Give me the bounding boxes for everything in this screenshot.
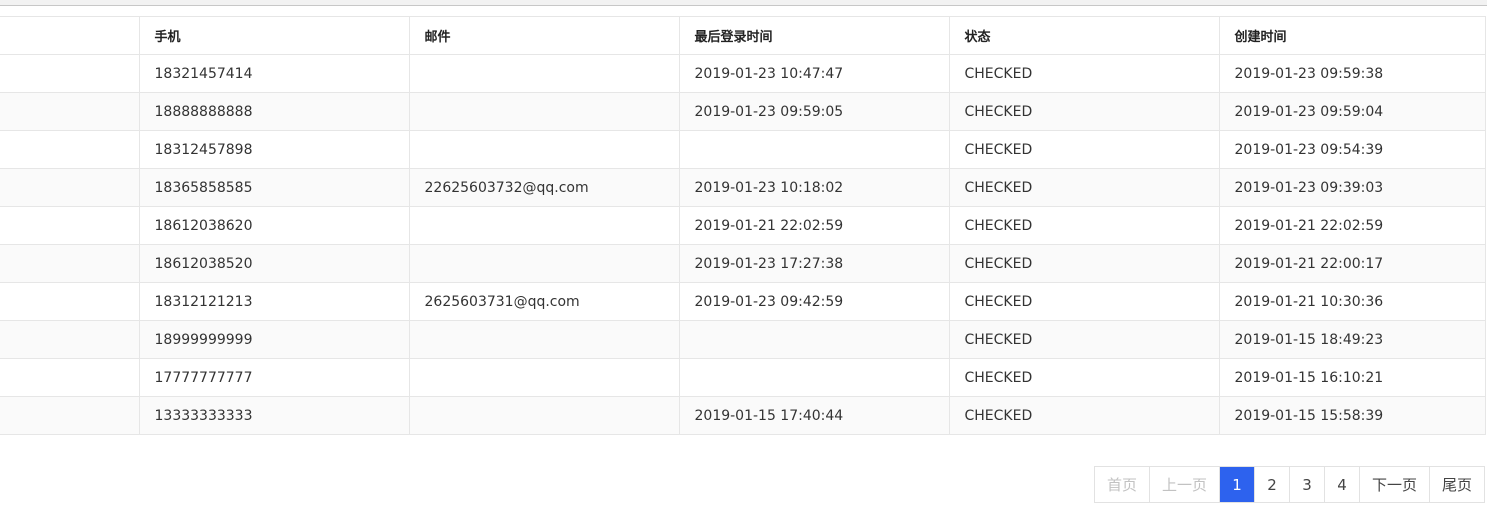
cell-email: 22625603732@qq.com (408, 168, 680, 207)
cell-created: 2019-01-21 22:00:17 (1218, 244, 1486, 283)
pagination: 首页 上一页 1 2 3 4 下一页 尾页 (1093, 466, 1485, 503)
cell-last-login: 2019-01-15 17:40:44 (678, 396, 950, 435)
cell-created: 2019-01-15 18:49:23 (1218, 320, 1486, 359)
cell-blank (0, 54, 140, 93)
cell-status: CHECKED (948, 130, 1220, 169)
cell-email: 2625603731@qq.com (408, 282, 680, 321)
user-table: 手机 邮件 最后登录时间 状态 创建时间 18321457414 2019-01-… (0, 16, 1486, 435)
page-2-button[interactable]: 2 (1253, 467, 1289, 502)
cell-last-login: 2019-01-21 22:02:59 (678, 206, 950, 245)
cell-email (408, 206, 680, 245)
page-3-button[interactable]: 3 (1288, 467, 1324, 502)
next-page-button[interactable]: 下一页 (1358, 467, 1429, 502)
table-row[interactable]: 18321457414 2019-01-23 10:47:47 CHECKED 201… (0, 54, 1486, 93)
page-4-button[interactable]: 4 (1323, 467, 1359, 502)
cell-last-login: 2019-01-23 09:59:05 (678, 92, 950, 131)
column-header-created[interactable]: 创建时间 (1218, 16, 1486, 55)
cell-created: 2019-01-21 10:30:36 (1218, 282, 1486, 321)
prev-page-button[interactable]: 上一页 (1148, 467, 1219, 502)
cell-blank (0, 206, 140, 245)
cell-status: CHECKED (948, 206, 1220, 245)
column-header-status[interactable]: 状态 (948, 16, 1220, 55)
table-row[interactable]: 18365858585 22625603732@qq.com 2019-01-23 … (0, 168, 1486, 207)
cell-phone: 18612038520 (138, 244, 410, 283)
cell-status: CHECKED (948, 320, 1220, 359)
cell-phone: 18312457898 (138, 130, 410, 169)
top-divider (0, 0, 1487, 6)
cell-blank (0, 396, 140, 435)
cell-blank (0, 168, 140, 207)
column-header-phone[interactable]: 手机 (138, 16, 410, 55)
cell-phone: 13333333333 (138, 396, 410, 435)
cell-phone: 18999999999 (138, 320, 410, 359)
cell-phone: 18888888888 (138, 92, 410, 131)
table-row[interactable]: 18612038520 2019-01-23 17:27:38 CHECKED 201… (0, 244, 1486, 283)
cell-email (408, 396, 680, 435)
cell-last-login: 2019-01-23 09:42:59 (678, 282, 950, 321)
cell-phone: 17777777777 (138, 358, 410, 397)
cell-blank (0, 282, 140, 321)
cell-email (408, 92, 680, 131)
cell-blank (0, 92, 140, 131)
cell-email (408, 130, 680, 169)
cell-email (408, 320, 680, 359)
column-header-last-login[interactable]: 最后登录时间 (678, 16, 950, 55)
cell-status: CHECKED (948, 168, 1220, 207)
table-row[interactable]: 18312121213 2625603731@qq.com 2019-01-23 0… (0, 282, 1486, 321)
cell-email (408, 244, 680, 283)
cell-created: 2019-01-15 15:58:39 (1218, 396, 1486, 435)
column-header-blank (0, 16, 140, 55)
table-header-row: 手机 邮件 最后登录时间 状态 创建时间 (0, 16, 1486, 55)
table-row[interactable]: 18999999999 CHECKED 2019-01-15 18:49:23 (0, 320, 1486, 359)
cell-status: CHECKED (948, 282, 1220, 321)
last-page-button[interactable]: 尾页 (1428, 467, 1484, 502)
cell-last-login: 2019-01-23 10:47:47 (678, 54, 950, 93)
cell-phone: 18312121213 (138, 282, 410, 321)
cell-created: 2019-01-21 22:02:59 (1218, 206, 1486, 245)
cell-last-login: 2019-01-23 17:27:38 (678, 244, 950, 283)
table-row[interactable]: 18888888888 2019-01-23 09:59:05 CHECKED 201… (0, 92, 1486, 131)
cell-status: CHECKED (948, 92, 1220, 131)
cell-email (408, 358, 680, 397)
cell-last-login (678, 358, 950, 397)
cell-phone: 18365858585 (138, 168, 410, 207)
cell-created: 2019-01-23 09:59:38 (1218, 54, 1486, 93)
cell-status: CHECKED (948, 358, 1220, 397)
cell-created: 2019-01-15 16:10:21 (1218, 358, 1486, 397)
table-row[interactable]: 18312457898 CHECKED 2019-01-23 09:54:39 (0, 130, 1486, 169)
column-header-email[interactable]: 邮件 (408, 16, 680, 55)
cell-phone: 18612038620 (138, 206, 410, 245)
cell-last-login (678, 320, 950, 359)
table-row[interactable]: 18612038620 2019-01-21 22:02:59 CHECKED 201… (0, 206, 1486, 245)
table-row[interactable]: 17777777777 CHECKED 2019-01-15 16:10:21 (0, 358, 1486, 397)
cell-phone: 18321457414 (138, 54, 410, 93)
table-row[interactable]: 13333333333 2019-01-15 17:40:44 CHECKED 201… (0, 396, 1486, 435)
page-1-button[interactable]: 1 (1218, 467, 1254, 502)
cell-status: CHECKED (948, 244, 1220, 283)
cell-blank (0, 244, 140, 283)
cell-blank (0, 358, 140, 397)
cell-email (408, 54, 680, 93)
first-page-button[interactable]: 首页 (1094, 467, 1149, 502)
cell-last-login (678, 130, 950, 169)
cell-created: 2019-01-23 09:39:03 (1218, 168, 1486, 207)
cell-blank (0, 130, 140, 169)
cell-last-login: 2019-01-23 10:18:02 (678, 168, 950, 207)
cell-created: 2019-01-23 09:54:39 (1218, 130, 1486, 169)
cell-created: 2019-01-23 09:59:04 (1218, 92, 1486, 131)
cell-status: CHECKED (948, 396, 1220, 435)
cell-status: CHECKED (948, 54, 1220, 93)
cell-blank (0, 320, 140, 359)
